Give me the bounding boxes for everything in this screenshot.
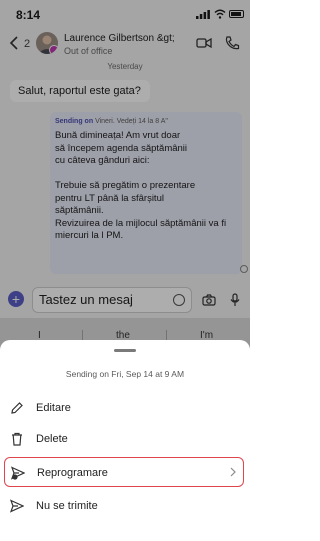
do-not-send-label: Nu se trimite	[36, 500, 98, 512]
phone-screen: 8:14 2 Laurence Gilbertson &gt; Out of o…	[0, 0, 250, 541]
do-not-send-button[interactable]: Nu se trimite	[4, 491, 244, 521]
pencil-icon	[11, 402, 23, 414]
reschedule-label: Reprogramare	[37, 467, 108, 479]
edit-label: Editare	[36, 402, 71, 414]
trash-icon	[12, 432, 22, 446]
delete-label: Delete	[36, 433, 68, 445]
edit-button[interactable]: Editare	[4, 393, 244, 423]
action-sheet: Sending on Fri, Sep 14 at 9 AM Editare D…	[0, 340, 250, 541]
delete-button[interactable]: Delete	[4, 424, 244, 454]
send-icon	[10, 499, 24, 513]
sheet-title: Sending on Fri, Sep 14 at 9 AM	[65, 369, 185, 379]
sheet-handle[interactable]	[114, 349, 136, 352]
send-clock-icon	[11, 466, 25, 480]
reschedule-button[interactable]: Reprogramare	[4, 457, 244, 487]
chevron-right-icon	[230, 467, 236, 477]
